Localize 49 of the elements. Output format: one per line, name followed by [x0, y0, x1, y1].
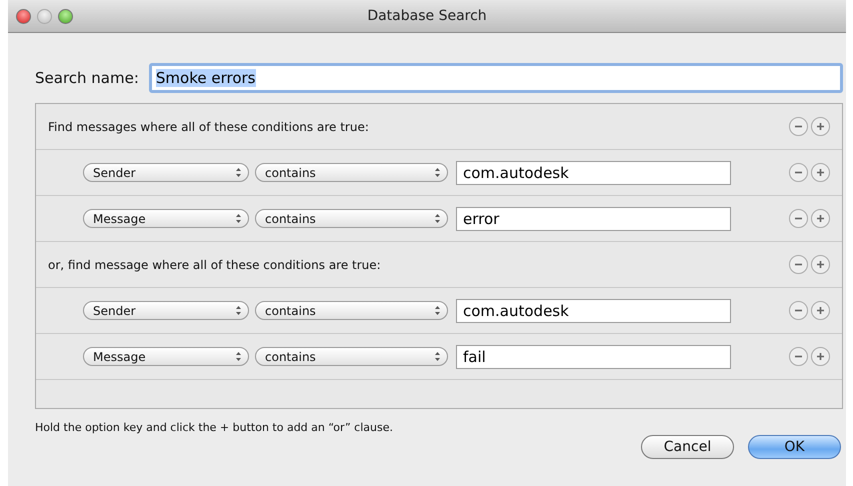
remove-button[interactable] — [789, 163, 808, 182]
plus-icon — [815, 259, 826, 270]
plus-icon — [815, 167, 826, 178]
remove-button[interactable] — [789, 209, 808, 228]
remove-button[interactable] — [789, 117, 808, 136]
stepper-arrows-icon — [235, 167, 242, 178]
remove-button[interactable] — [789, 347, 808, 366]
group-header: Find messages where all of these conditions are true: — [48, 120, 370, 134]
operator-popup[interactable]: contains — [255, 347, 448, 366]
add-button[interactable] — [811, 255, 830, 274]
add-button[interactable] — [811, 347, 830, 366]
cancel-button[interactable]: Cancel — [641, 435, 734, 459]
search-name-field[interactable]: Smoke errors — [148, 63, 843, 93]
value-field[interactable]: com.autodesk — [456, 298, 731, 322]
group-header: or, find message where all of these conditions are true: — [48, 258, 382, 272]
stepper-arrows-icon — [434, 305, 441, 316]
remove-button[interactable] — [789, 301, 808, 320]
close-button[interactable] — [16, 8, 31, 24]
window-title: Database Search — [366, 8, 488, 24]
field-popup[interactable]: Message — [83, 347, 249, 366]
operator-popup[interactable]: contains — [255, 163, 448, 182]
add-button[interactable] — [811, 209, 830, 228]
ok-button[interactable]: OK — [748, 435, 841, 459]
minimize-button[interactable] — [37, 8, 52, 24]
value-field[interactable]: error — [456, 206, 731, 230]
stepper-arrows-icon — [235, 305, 242, 316]
value-field[interactable]: com.autodesk — [456, 160, 731, 184]
operator-popup[interactable]: contains — [255, 209, 448, 228]
field-popup[interactable]: Message — [83, 209, 249, 228]
stepper-arrows-icon — [434, 167, 441, 178]
stepper-arrows-icon — [434, 351, 441, 362]
hint-text: Hold the option key and click the + button to add an “or” clause. — [35, 421, 394, 434]
add-button[interactable] — [811, 117, 830, 136]
value-field[interactable]: fail — [456, 344, 731, 368]
operator-popup[interactable]: contains — [255, 301, 448, 320]
stepper-arrows-icon — [235, 213, 242, 224]
stepper-arrows-icon — [434, 213, 441, 224]
zoom-button[interactable] — [58, 8, 73, 24]
remove-button[interactable] — [789, 255, 808, 274]
field-popup[interactable]: Sender — [83, 163, 249, 182]
add-button[interactable] — [811, 163, 830, 182]
plus-icon — [815, 351, 826, 362]
field-label: Search name: — [35, 69, 139, 87]
plus-icon — [815, 213, 826, 224]
plus-icon — [815, 305, 826, 316]
add-button[interactable] — [811, 301, 830, 320]
plus-icon — [815, 121, 826, 132]
field-popup[interactable]: Sender — [83, 301, 249, 320]
stepper-arrows-icon — [235, 351, 242, 362]
